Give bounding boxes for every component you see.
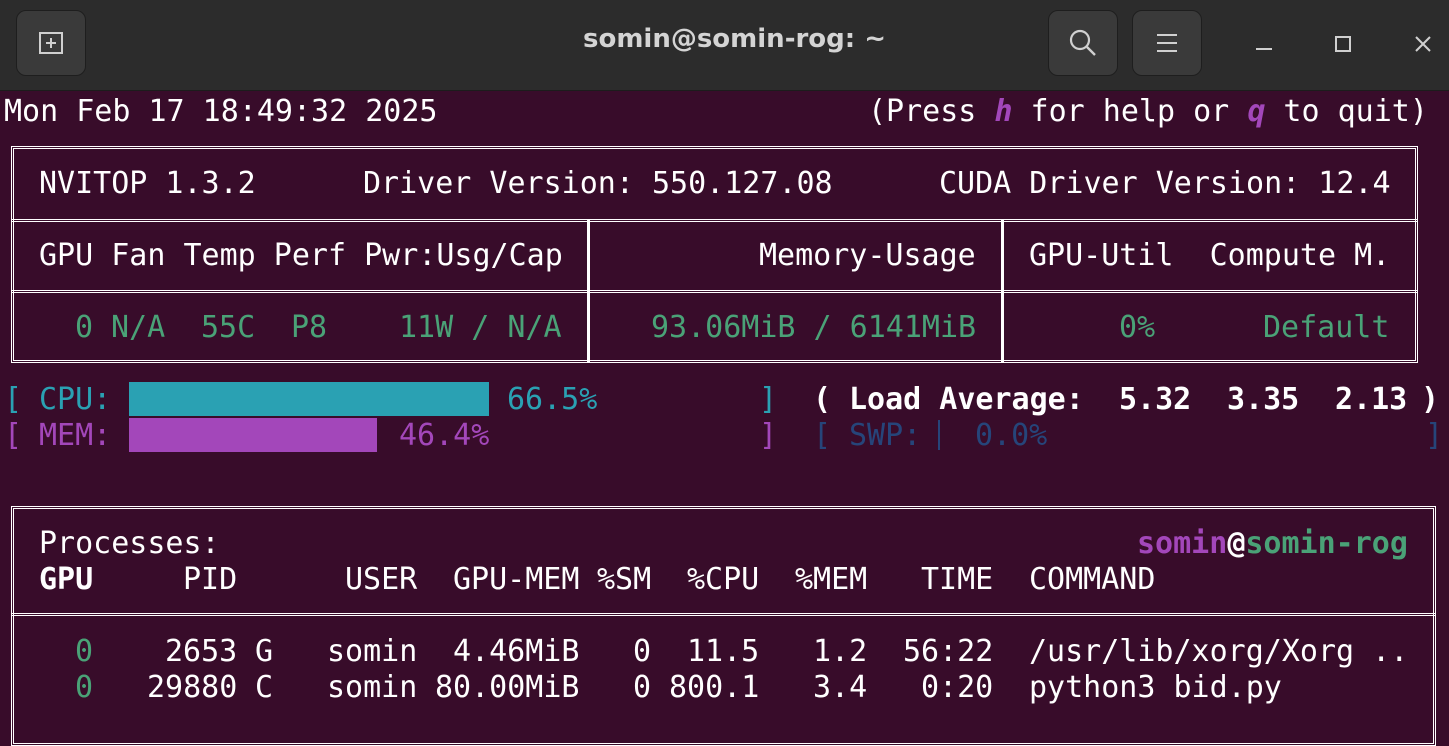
help-hint-suffix: to quit): [1265, 94, 1428, 129]
process-gpu: 0: [75, 670, 94, 705]
process-sm: 0: [633, 634, 652, 669]
col-header-gpu-mem: GPU-MEM: [453, 562, 580, 597]
cpu-bar-fill: [129, 382, 489, 416]
load-average-1: 5.32: [1119, 382, 1192, 417]
swp-value: 0.0%: [975, 418, 1048, 453]
help-hint: (Press h for help or q to quit): [868, 94, 1428, 130]
gpu-memory-usage: 93.06MiB / 6141MiB: [651, 310, 977, 345]
divider: [587, 220, 590, 362]
swp-bracket-open: [: [813, 418, 832, 453]
process-type: G: [255, 634, 274, 669]
gpu-fan: N/A: [111, 310, 166, 345]
help-key: h: [994, 94, 1013, 129]
mem-bar-track: [129, 418, 664, 452]
col-header-time: TIME: [921, 562, 994, 597]
swp-bar-track: [938, 420, 940, 450]
col-header-command: COMMAND: [1029, 562, 1156, 597]
gpu-header-memory: Memory-Usage: [759, 238, 976, 273]
process-sm: 0: [633, 670, 652, 705]
host-at: @: [1227, 526, 1246, 561]
terminal-area[interactable]: Mon Feb 17 18:49:32 2025 (Press h for he…: [0, 91, 1449, 746]
load-average-5: 3.35: [1227, 382, 1300, 417]
gpu-temp: 55C: [201, 310, 256, 345]
mem-label: MEM:: [39, 418, 112, 453]
search-button[interactable]: [1048, 10, 1118, 76]
mem-bar-fill: [129, 418, 377, 452]
search-icon: [1069, 29, 1096, 56]
process-time: 56:22: [903, 634, 994, 669]
gpu-header-util: GPU-Util Compute M.: [1029, 238, 1391, 273]
col-header-mem: %MEM: [795, 562, 868, 597]
process-time: 0:20: [921, 670, 994, 705]
gpu-perf: P8: [291, 310, 328, 345]
process-cpu: 800.1: [669, 670, 760, 705]
process-mem: 1.2: [813, 634, 868, 669]
gpu-index: 0: [75, 310, 94, 345]
col-header-sm: %SM: [597, 562, 652, 597]
user-host: somin@somin-rog: [1137, 526, 1408, 562]
gpu-util: 0%: [1119, 310, 1156, 345]
help-hint-middle: for help or: [1012, 94, 1248, 129]
maximize-icon: [1335, 36, 1351, 52]
process-pid: 2653: [165, 634, 238, 669]
window-title: somin@somin-rog: ~: [582, 24, 887, 54]
divider: [11, 290, 1418, 293]
process-command: python3 bid.py: [1029, 670, 1282, 705]
close-button[interactable]: [1405, 26, 1441, 62]
process-gpu-mem: 4.46MiB: [453, 634, 580, 669]
nvitop-version: NVITOP 1.3.2: [39, 166, 256, 201]
mem-value: 46.4%: [399, 418, 490, 453]
col-header-user: USER: [345, 562, 418, 597]
mem-bracket-open: [: [4, 418, 23, 453]
load-average-label: Load Average:: [849, 382, 1084, 417]
swp-label: SWP:: [849, 418, 922, 453]
minimize-icon: [1256, 48, 1272, 50]
col-header-pid: PID: [183, 562, 238, 597]
menu-button[interactable]: [1132, 10, 1202, 76]
host-user: somin: [1137, 526, 1228, 561]
swp-bracket-close: ]: [1425, 418, 1444, 453]
driver-version: Driver Version: 550.127.08: [363, 166, 833, 201]
load-paren-close: ): [1421, 382, 1440, 417]
mem-bracket-close: ]: [759, 418, 778, 453]
processes-title: Processes:: [39, 526, 220, 561]
close-icon: [1415, 36, 1431, 52]
window-titlebar: somin@somin-rog: ~: [0, 0, 1449, 91]
load-paren-open: (: [813, 382, 832, 417]
divider: [11, 613, 1436, 616]
gpu-header-main: GPU Fan Temp Perf Pwr:Usg/Cap: [39, 238, 563, 273]
cpu-bar-track: [129, 382, 684, 416]
divider: [11, 219, 1418, 222]
process-pid: 29880: [147, 670, 238, 705]
host-name: somin-rog: [1245, 526, 1408, 561]
cpu-bracket-open: [: [4, 382, 23, 417]
cpu-label: CPU:: [39, 382, 112, 417]
gpu-compute-mode: Default: [1263, 310, 1390, 345]
divider: [1001, 220, 1004, 362]
process-gpu-mem: 80.00MiB: [435, 670, 580, 705]
maximize-button[interactable]: [1325, 26, 1361, 62]
cuda-version: CUDA Driver Version: 12.4: [939, 166, 1391, 201]
col-header-cpu: %CPU: [687, 562, 760, 597]
load-average-15: 2.13: [1335, 382, 1408, 417]
hamburger-menu-icon: [1157, 34, 1177, 52]
col-header-gpu: GPU: [39, 562, 94, 597]
help-hint-prefix: (Press: [868, 94, 995, 129]
process-type: C: [255, 670, 274, 705]
process-command: /usr/lib/xorg/Xorg ..: [1029, 634, 1409, 669]
process-user: somin: [327, 670, 418, 705]
gpu-power: 11W / N/A: [399, 310, 562, 345]
process-gpu: 0: [75, 634, 94, 669]
process-user: somin: [327, 634, 418, 669]
process-mem: 3.4: [813, 670, 868, 705]
minimize-button[interactable]: [1246, 26, 1282, 62]
cpu-bracket-close: ]: [759, 382, 778, 417]
process-cpu: 11.5: [687, 634, 760, 669]
quit-key: q: [1247, 94, 1266, 129]
current-datetime: Mon Feb 17 18:49:32 2025: [4, 94, 438, 129]
cpu-value: 66.5%: [507, 382, 598, 417]
